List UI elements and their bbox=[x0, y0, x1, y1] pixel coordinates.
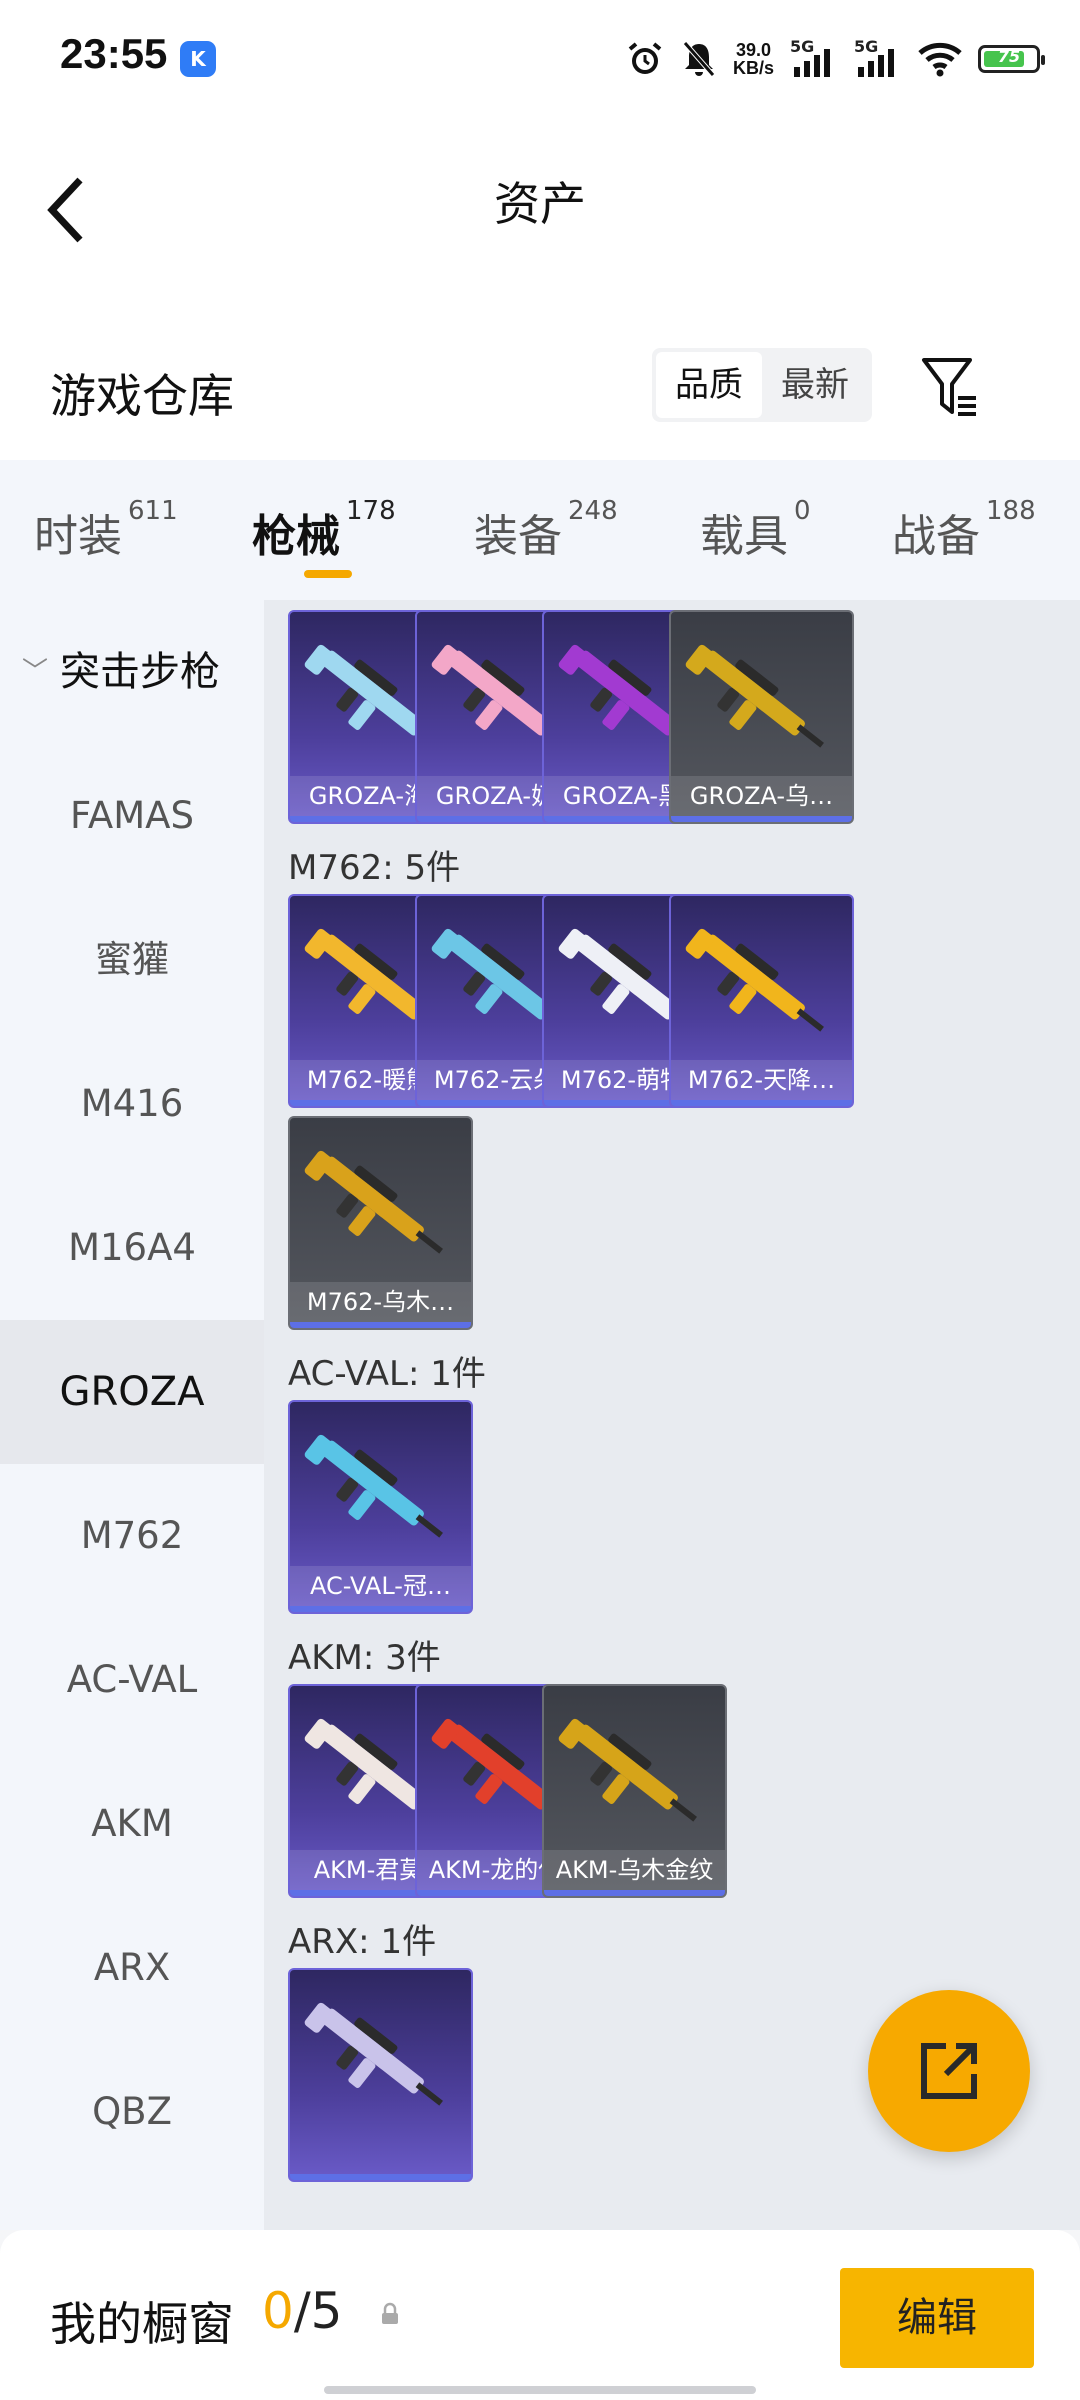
weapon-name: M762-乌木… bbox=[290, 1282, 471, 1322]
tab-guns[interactable]: 枪械 178 bbox=[252, 496, 396, 564]
weapon-card[interactable]: AC-VAL-冠… bbox=[288, 1400, 473, 1614]
rarity-bar bbox=[671, 816, 852, 822]
active-tab-indicator bbox=[304, 570, 352, 578]
signal-icon: 5G bbox=[790, 37, 838, 81]
rarity-bar bbox=[290, 1322, 471, 1328]
weapon-image bbox=[304, 1434, 443, 1538]
app-notification-icon: K bbox=[180, 41, 216, 77]
weapon-card[interactable] bbox=[288, 1968, 473, 2182]
sidebar-item-arx[interactable]: ARX bbox=[0, 1896, 264, 2040]
section-label: AKM: 3件 bbox=[288, 1638, 441, 1678]
warehouse-title: 游戏仓库 bbox=[50, 369, 234, 423]
weapon-card[interactable]: AKM-乌木金纹 bbox=[542, 1684, 727, 1898]
weapon-card[interactable]: M762-乌木… bbox=[288, 1116, 473, 1330]
share-icon bbox=[921, 2043, 977, 2099]
lock-icon bbox=[382, 2302, 398, 2324]
signal-icon-2: 5G bbox=[854, 37, 902, 81]
section-label: M762: 5件 bbox=[288, 848, 461, 888]
tab-gear[interactable]: 战备 188 bbox=[892, 496, 1036, 564]
alarm-icon bbox=[628, 42, 662, 74]
tab-vehicles[interactable]: 载具 0 bbox=[700, 496, 811, 564]
rarity-bar bbox=[290, 1606, 471, 1612]
sidebar-item-famas[interactable]: FAMAS bbox=[0, 744, 264, 888]
page-title: 资产 bbox=[494, 177, 586, 231]
weapon-name: AC-VAL-冠… bbox=[290, 1566, 471, 1606]
weapon-image bbox=[685, 644, 824, 748]
mute-icon bbox=[683, 41, 715, 77]
app-header: 资产 bbox=[0, 120, 1080, 340]
weapon-name: AKM-乌木金纹 bbox=[544, 1850, 725, 1890]
sort-newest-button[interactable]: 最新 bbox=[762, 352, 868, 418]
sidebar-item-m762[interactable]: M762 bbox=[0, 1464, 264, 1608]
sort-quality-button[interactable]: 品质 bbox=[656, 352, 762, 418]
filter-icon[interactable] bbox=[920, 352, 980, 422]
section-label: ARX: 1件 bbox=[288, 1922, 437, 1962]
weapon-grid: GROZA-海… GROZA-奶… GROZA-黑… GROZA-乌… M762: 5件… bbox=[264, 600, 1080, 2230]
chevron-down-icon: ﹀ bbox=[22, 657, 49, 687]
status-icons: 39.0 KB/s 5G 5G 75 bbox=[625, 34, 1045, 84]
weapon-card[interactable]: M762-天降… bbox=[669, 894, 854, 1108]
weapon-image bbox=[685, 928, 824, 1032]
weapon-image bbox=[304, 2002, 443, 2106]
sidebar-item-honey-badger[interactable]: 蜜獾 bbox=[0, 888, 264, 1032]
sidebar-item-ac-val[interactable]: AC-VAL bbox=[0, 1608, 264, 1752]
share-button[interactable] bbox=[868, 1990, 1030, 2152]
sidebar-item-m416[interactable]: M416 bbox=[0, 1032, 264, 1176]
clock: 23:55 bbox=[60, 30, 168, 77]
battery-icon: 75 bbox=[978, 45, 1045, 73]
weapon-image bbox=[304, 1150, 443, 1254]
tab-equipment[interactable]: 装备 248 bbox=[474, 496, 618, 564]
sidebar-item-qbz[interactable]: QBZ bbox=[0, 2040, 264, 2184]
weapon-card[interactable]: GROZA-乌… bbox=[669, 610, 854, 824]
sidebar-item-m16a4[interactable]: M16A4 bbox=[0, 1176, 264, 1320]
rarity-bar bbox=[671, 1100, 852, 1106]
weapon-sidebar: ﹀ 突击步枪 FAMAS 蜜獾 M416 M16A4 GROZA M762 AC… bbox=[0, 600, 264, 2230]
weapon-name: GROZA-乌… bbox=[671, 776, 852, 816]
weapon-image bbox=[558, 1718, 697, 1822]
weapon-name: M762-天降… bbox=[671, 1060, 852, 1100]
sidebar-group-assault-rifles[interactable]: ﹀ 突击步枪 bbox=[0, 600, 264, 744]
status-bar: 23:55 K 39.0 KB/s 5G 5G 75 bbox=[0, 0, 1080, 120]
showcase-count: 0/5 bbox=[262, 2282, 343, 2340]
warehouse-header: 游戏仓库 品质 最新 bbox=[0, 330, 1080, 460]
rarity-bar bbox=[544, 1890, 725, 1896]
category-tabs: 时装 611 枪械 178 装备 248 载具 0 战备 188 bbox=[0, 460, 1080, 600]
tab-fashion[interactable]: 时装 611 bbox=[34, 496, 178, 564]
network-speed: 39.0 KB/s bbox=[732, 40, 774, 78]
sidebar-item-akm[interactable]: AKM bbox=[0, 1752, 264, 1896]
rarity-bar bbox=[290, 2174, 471, 2180]
sidebar-item-groza[interactable]: GROZA bbox=[0, 1320, 264, 1464]
showcase-title: 我的橱窗 bbox=[50, 2297, 234, 2351]
wifi-icon bbox=[918, 42, 962, 77]
weapon-name bbox=[290, 2134, 471, 2174]
edit-button[interactable]: 编辑 bbox=[840, 2268, 1034, 2368]
showcase-bar: 我的橱窗 0/5 编辑 bbox=[0, 2230, 1080, 2400]
section-label: AC-VAL: 1件 bbox=[288, 1354, 486, 1394]
home-indicator[interactable] bbox=[324, 2386, 756, 2394]
sort-toggle: 品质 最新 bbox=[652, 348, 872, 422]
